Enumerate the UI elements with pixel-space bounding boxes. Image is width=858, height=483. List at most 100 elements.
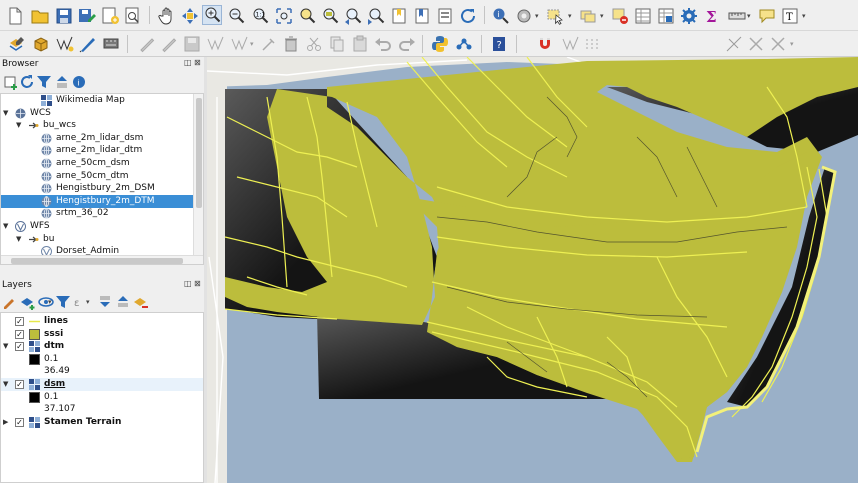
- chevron-down-icon[interactable]: ▼: [3, 340, 8, 353]
- browser-vertical-scrollbar[interactable]: [193, 94, 203, 256]
- show-bookmarks-icon[interactable]: [435, 6, 455, 26]
- layout-manager-icon[interactable]: [122, 6, 142, 26]
- processing-icon[interactable]: [454, 34, 474, 54]
- snap-vertex-icon[interactable]: [560, 34, 580, 54]
- zoom-full-icon[interactable]: [274, 6, 294, 26]
- edit-icon[interactable]: [101, 34, 121, 54]
- copy-features-icon[interactable]: [327, 34, 347, 54]
- pencil-edit-icon[interactable]: [159, 34, 179, 54]
- chevron-down-icon[interactable]: ▼: [3, 220, 8, 233]
- layer-item[interactable]: ▼ ✓ dsm: [1, 378, 203, 391]
- identify-icon[interactable]: i: [491, 6, 511, 26]
- zoom-out-icon[interactable]: [226, 6, 246, 26]
- snap-layers-icon[interactable]: [582, 34, 602, 54]
- pan-icon[interactable]: [157, 6, 177, 26]
- refresh-icon[interactable]: [458, 6, 478, 26]
- measure-icon[interactable]: [727, 6, 747, 26]
- new-project-icon[interactable]: [5, 6, 25, 26]
- browser-item[interactable]: Hengistbury_2m_DTM: [1, 194, 193, 208]
- statistics-icon[interactable]: Σ: [702, 6, 722, 26]
- browser-item[interactable]: ▼ WCS: [1, 107, 193, 120]
- remove-layer-icon[interactable]: [131, 292, 151, 312]
- undo-icon[interactable]: [373, 34, 393, 54]
- add-group-icon[interactable]: [18, 292, 38, 312]
- pan-to-selection-icon[interactable]: [180, 6, 200, 26]
- zoom-to-layer-icon[interactable]: [320, 6, 340, 26]
- browser-item[interactable]: arne_50cm_dsm: [1, 157, 193, 170]
- layer-item[interactable]: ▼ ✓ dtm: [1, 340, 203, 353]
- chevron-down-icon[interactable]: ▼: [16, 119, 21, 132]
- settings-gear-icon[interactable]: [679, 6, 699, 26]
- scrollbar-thumb[interactable]: [11, 258, 183, 264]
- chevron-down-icon[interactable]: ▼: [3, 107, 8, 120]
- tracing-icon[interactable]: [724, 34, 744, 54]
- text-annotation-icon[interactable]: T: [780, 6, 800, 26]
- browser-item[interactable]: ▼ WFS: [1, 220, 193, 233]
- layer-visibility-checkbox[interactable]: ✓: [15, 380, 24, 389]
- paste-features-icon[interactable]: [350, 34, 370, 54]
- map-canvas[interactable]: [207, 57, 858, 483]
- scrollbar-thumb[interactable]: [196, 98, 202, 208]
- delete-selected-icon[interactable]: [281, 34, 301, 54]
- topology-icon[interactable]: [768, 34, 788, 54]
- chevron-right-icon[interactable]: ▶: [3, 416, 8, 429]
- zoom-in-icon[interactable]: [202, 5, 222, 25]
- filter-icon[interactable]: [34, 72, 54, 92]
- annotation-icon[interactable]: [757, 6, 777, 26]
- show-bookmarks-icon[interactable]: [412, 6, 432, 26]
- browser-item[interactable]: arne_50cm_dtm: [1, 170, 193, 183]
- open-project-icon[interactable]: [30, 6, 50, 26]
- deselect-icon[interactable]: [610, 6, 630, 26]
- close-panel-icon[interactable]: ⊠: [194, 58, 201, 67]
- layer-visibility-checkbox[interactable]: ✓: [15, 317, 24, 326]
- layer-visibility-checkbox[interactable]: ✓: [15, 417, 24, 427]
- float-panel-icon[interactable]: ◫: [184, 58, 192, 67]
- new-print-layout-icon[interactable]: [100, 6, 120, 26]
- select-features-icon[interactable]: [545, 6, 565, 26]
- vertex-tool-icon[interactable]: [229, 34, 249, 54]
- browser-item[interactable]: Wikimedia Map: [1, 94, 193, 107]
- zoom-actual-icon[interactable]: 1:1: [250, 6, 270, 26]
- save-as-icon[interactable]: [77, 6, 97, 26]
- new-shapefile-icon[interactable]: [55, 34, 75, 54]
- attribute-table-icon[interactable]: [633, 6, 653, 26]
- add-polygon-icon[interactable]: [205, 34, 225, 54]
- pencil-toggle-icon[interactable]: [137, 34, 157, 54]
- zoom-to-selection-icon[interactable]: [297, 6, 317, 26]
- layer-item[interactable]: ▶ ✓ Stamen Terrain: [1, 416, 203, 429]
- digitize-icon[interactable]: [78, 34, 98, 54]
- new-geopackage-icon[interactable]: [31, 34, 51, 54]
- expand-all-icon[interactable]: [95, 292, 115, 312]
- new-bookmark-icon[interactable]: [389, 6, 409, 26]
- collapse-all-icon[interactable]: [113, 292, 133, 312]
- layer-visibility-checkbox[interactable]: ✓: [15, 342, 24, 352]
- browser-item[interactable]: Hengistbury_2m_DSM: [1, 182, 193, 195]
- layer-styling-icon[interactable]: [0, 292, 20, 312]
- browser-item[interactable]: arne_2m_lidar_dtm: [1, 144, 193, 157]
- help-icon[interactable]: ?: [489, 34, 509, 54]
- data-source-manager-icon[interactable]: [7, 34, 27, 54]
- chevron-down-icon[interactable]: ▼: [16, 233, 21, 246]
- browser-item[interactable]: ▼ bu_wcs: [1, 119, 193, 132]
- run-action-icon[interactable]: [514, 6, 534, 26]
- layer-item[interactable]: ✓ sssi: [1, 328, 203, 341]
- layer-item[interactable]: ✓ lines: [1, 315, 203, 328]
- close-panel-icon[interactable]: ⊠: [194, 279, 201, 288]
- cut-features-icon[interactable]: [304, 34, 324, 54]
- browser-item[interactable]: ▼ bu: [1, 233, 193, 246]
- close-icon[interactable]: [746, 34, 766, 54]
- zoom-next-icon[interactable]: [366, 6, 386, 26]
- zoom-last-icon[interactable]: [343, 6, 363, 26]
- chevron-down-icon[interactable]: ▼: [3, 378, 8, 391]
- redo-icon[interactable]: [397, 34, 417, 54]
- browser-item[interactable]: arne_2m_lidar_dsm: [1, 132, 193, 145]
- browser-item[interactable]: srtm_36_02: [1, 207, 193, 220]
- properties-info-icon[interactable]: i: [69, 72, 89, 92]
- python-console-icon[interactable]: [430, 34, 450, 54]
- layer-visibility-checkbox[interactable]: ✓: [15, 329, 24, 339]
- filter-legend-icon[interactable]: [53, 292, 73, 312]
- select-by-value-icon[interactable]: [578, 6, 598, 26]
- browser-horizontal-scrollbar[interactable]: [1, 255, 203, 264]
- float-panel-icon[interactable]: ◫: [184, 279, 192, 288]
- snapping-icon[interactable]: [535, 34, 555, 54]
